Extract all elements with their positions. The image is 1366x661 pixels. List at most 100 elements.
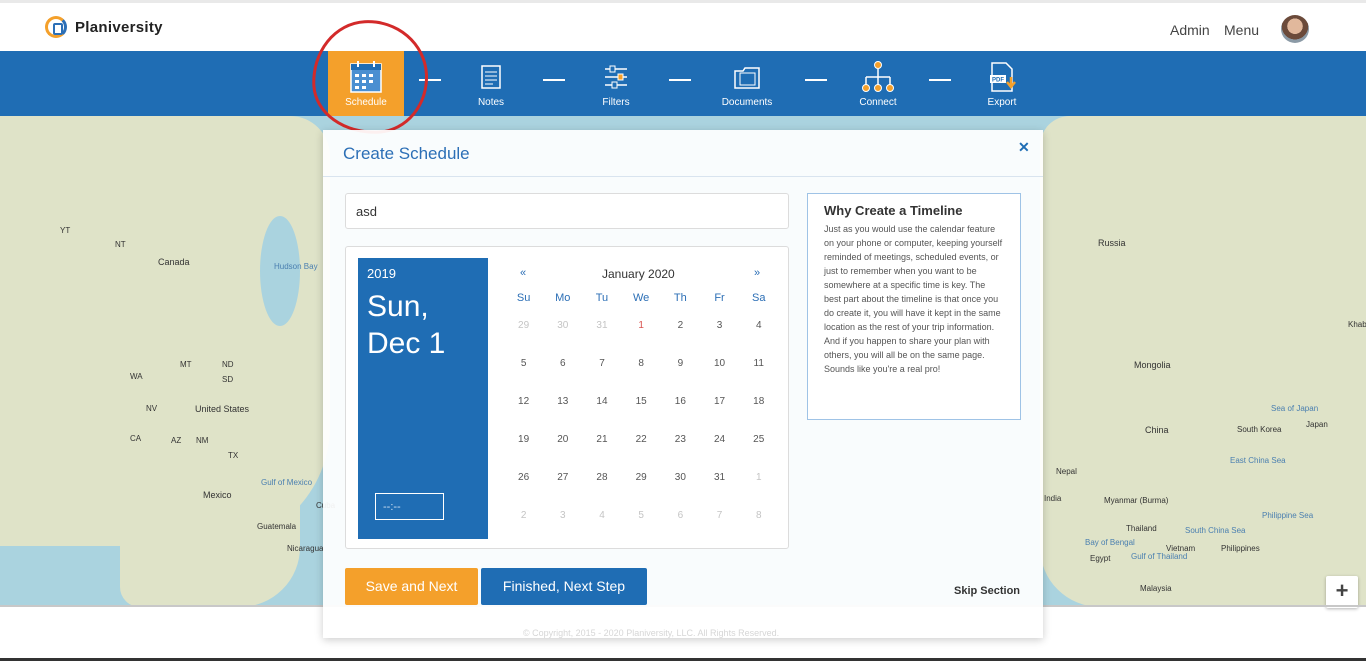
calendar-day[interactable]: 17: [700, 396, 739, 434]
weekday-label: Sa: [751, 292, 766, 304]
map-label: Philippines: [1221, 544, 1260, 553]
time-input[interactable]: --:--: [375, 493, 444, 520]
info-title: Why Create a Timeline: [824, 203, 963, 218]
calendar-day[interactable]: 11: [739, 358, 778, 396]
calendar-day[interactable]: 29: [504, 320, 543, 358]
user-avatar[interactable]: [1281, 15, 1309, 43]
calendar-day[interactable]: 1: [622, 320, 661, 358]
prev-month-button[interactable]: «: [520, 267, 526, 279]
calendar-day[interactable]: 16: [661, 396, 700, 434]
calendar-day[interactable]: 12: [504, 396, 543, 434]
calendar-day[interactable]: 13: [543, 396, 582, 434]
calendar-day[interactable]: 2: [504, 510, 543, 548]
month-label: January 2020: [602, 267, 675, 281]
app-logo[interactable]: Planiversity: [45, 16, 163, 38]
step-schedule[interactable]: Schedule: [328, 51, 404, 116]
create-schedule-modal: Create Schedule ✕ 2019 Sun, Dec 1 --:-- …: [323, 130, 1043, 638]
calendar-day[interactable]: 29: [622, 472, 661, 510]
step-label: Connect: [859, 97, 897, 108]
menu-link[interactable]: Menu: [1224, 22, 1259, 38]
step-connector: [419, 79, 441, 81]
weekday-label: Th: [673, 292, 687, 304]
calendar-day[interactable]: 5: [622, 510, 661, 548]
calendar-day[interactable]: 7: [700, 510, 739, 548]
zoom-in-button[interactable]: +: [1326, 576, 1358, 608]
step-label: Notes: [477, 97, 505, 108]
close-icon[interactable]: ✕: [1018, 139, 1030, 156]
step-export[interactable]: PDF Export: [964, 51, 1040, 116]
calendar-day[interactable]: 10: [700, 358, 739, 396]
calendar-day[interactable]: 21: [582, 434, 621, 472]
calendar-day[interactable]: 30: [661, 472, 700, 510]
calendar-day[interactable]: 31: [700, 472, 739, 510]
map-label: Khabarovsk: [1348, 320, 1366, 329]
top-header: Planiversity Admin Menu: [0, 0, 1366, 51]
calendar-day[interactable]: 3: [700, 320, 739, 358]
calendar-day[interactable]: 1: [739, 472, 778, 510]
schedule-title-input[interactable]: [345, 193, 789, 229]
map-label: Thailand: [1126, 524, 1157, 533]
calendar-day[interactable]: 2: [661, 320, 700, 358]
weekday-header: Su Mo Tu We Th Fr Sa: [504, 292, 779, 320]
step-notes[interactable]: Notes: [453, 51, 529, 116]
calendar-day[interactable]: 28: [582, 472, 621, 510]
calendar-day[interactable]: 3: [543, 510, 582, 548]
map-label: AZ: [171, 436, 182, 445]
calendar-day[interactable]: 9: [661, 358, 700, 396]
modal-title: Create Schedule: [343, 144, 470, 163]
calendar-week: 2 3 4 5 6 7 8: [504, 510, 779, 548]
calendar-day[interactable]: 23: [661, 434, 700, 472]
step-documents[interactable]: Documents: [709, 51, 785, 116]
calendar-day[interactable]: 26: [504, 472, 543, 510]
calendar-day[interactable]: 22: [622, 434, 661, 472]
weekday-label: Su: [516, 292, 531, 304]
map-label: Hudson Bay: [274, 262, 318, 271]
save-and-next-button[interactable]: Save and Next: [345, 568, 478, 605]
map-label: Russia: [1098, 238, 1126, 248]
timeline-info-panel: Why Create a Timeline Just as you would …: [807, 193, 1021, 420]
calendar-day[interactable]: 6: [543, 358, 582, 396]
calendar-day[interactable]: 14: [582, 396, 621, 434]
calendar-week: 29 30 31 1 2 3 4: [504, 320, 779, 358]
step-filters[interactable]: Filters: [578, 51, 654, 116]
calendar-day[interactable]: 8: [622, 358, 661, 396]
calendar-day[interactable]: 18: [739, 396, 778, 434]
step-connector: [805, 79, 827, 81]
calendar-day[interactable]: 7: [582, 358, 621, 396]
skip-section-link[interactable]: Skip Section: [954, 585, 1020, 597]
calendar-day[interactable]: 8: [739, 510, 778, 548]
selected-year[interactable]: 2019: [367, 266, 396, 281]
calendar-day[interactable]: 31: [582, 320, 621, 358]
modal-divider: [323, 176, 1043, 177]
svg-text:PDF: PDF: [992, 78, 1004, 84]
calendar-day[interactable]: 20: [543, 434, 582, 472]
calendar-day[interactable]: 30: [543, 320, 582, 358]
selected-date: Sun, Dec 1: [367, 290, 446, 360]
calendar-day[interactable]: 24: [700, 434, 739, 472]
map-label: NM: [196, 436, 209, 445]
calendar-day[interactable]: 4: [739, 320, 778, 358]
map-label: Egypt: [1090, 554, 1111, 563]
calendar-day[interactable]: 27: [543, 472, 582, 510]
map-label: East China Sea: [1230, 456, 1286, 465]
map-label: Gulf of Thailand: [1131, 552, 1188, 561]
finished-next-step-button[interactable]: Finished, Next Step: [481, 568, 647, 605]
calendar-week: 12 13 14 15 16 17 18: [504, 396, 779, 434]
calendar-day[interactable]: 15: [622, 396, 661, 434]
calendar-day[interactable]: 6: [661, 510, 700, 548]
next-month-button[interactable]: »: [754, 267, 760, 279]
calendar-grid: Su Mo Tu We Th Fr Sa 29 30 31 1 2 3 4 5 …: [504, 292, 779, 548]
step-connector: [929, 79, 951, 81]
admin-link[interactable]: Admin: [1170, 22, 1210, 38]
calendar-day[interactable]: 25: [739, 434, 778, 472]
copyright-text: © Copyright, 2015 - 2020 Planiversity, L…: [523, 628, 780, 638]
map-label: Malaysia: [1140, 584, 1172, 593]
map-label: Guatemala: [257, 522, 297, 531]
step-connect[interactable]: Connect: [840, 51, 916, 116]
calendar-week: 26 27 28 29 30 31 1: [504, 472, 779, 510]
calendar-day[interactable]: 4: [582, 510, 621, 548]
documents-icon: [734, 67, 760, 89]
calendar-day[interactable]: 19: [504, 434, 543, 472]
calendar-day[interactable]: 5: [504, 358, 543, 396]
map-label: YT: [60, 226, 71, 235]
